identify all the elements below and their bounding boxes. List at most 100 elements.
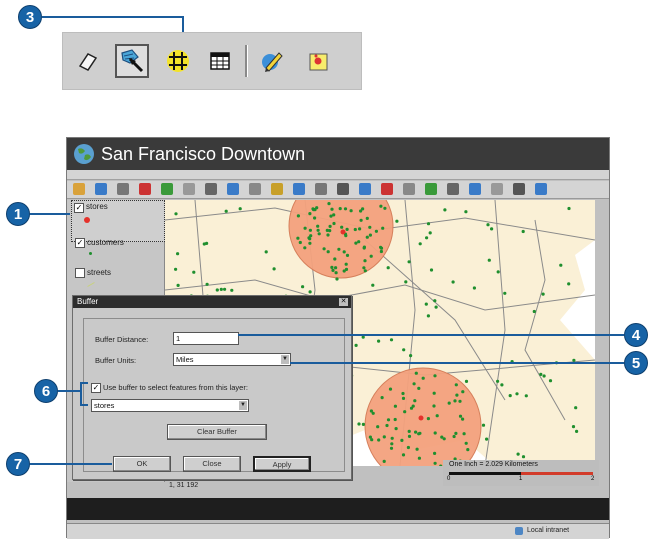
customer-point bbox=[368, 225, 372, 229]
close-button[interactable]: Close bbox=[183, 456, 241, 472]
customer-point bbox=[567, 282, 571, 286]
toolbar-tool-icon[interactable] bbox=[161, 183, 173, 195]
customer-point bbox=[381, 226, 385, 230]
edit-pencil-button[interactable] bbox=[255, 44, 289, 78]
customer-point bbox=[571, 425, 576, 429]
customer-point bbox=[388, 387, 393, 391]
customer-point bbox=[358, 227, 362, 231]
apply-button[interactable]: Apply bbox=[253, 456, 311, 472]
toolbar-tool-icon[interactable] bbox=[95, 183, 107, 195]
buffer-distance-input[interactable]: 1 bbox=[173, 332, 239, 345]
customer-point bbox=[371, 283, 375, 287]
toolbar-tool-icon[interactable] bbox=[337, 183, 349, 195]
customer-point bbox=[303, 246, 307, 250]
buffer-units-label: Buffer Units: bbox=[95, 356, 137, 365]
customer-point bbox=[361, 422, 365, 426]
ok-button[interactable]: OK bbox=[113, 456, 171, 472]
customer-point bbox=[377, 438, 381, 442]
toolbar-tool-icon[interactable] bbox=[249, 183, 261, 195]
customer-point bbox=[362, 266, 366, 270]
toolbar-tool-icon[interactable] bbox=[425, 183, 437, 195]
customer-point bbox=[433, 374, 437, 378]
customer-point bbox=[344, 267, 349, 271]
toolbar-tool-icon[interactable] bbox=[513, 183, 525, 195]
customer-point bbox=[329, 214, 333, 218]
mini-toolbar bbox=[62, 32, 362, 90]
customer-point bbox=[298, 240, 302, 245]
toolbar-tool-icon[interactable] bbox=[293, 183, 305, 195]
toolbar-tool-icon[interactable] bbox=[73, 183, 85, 195]
customers-layer-label: customers bbox=[87, 238, 124, 247]
toolbar-tool-icon[interactable] bbox=[535, 183, 547, 195]
toc-layer-stores[interactable]: ✓ stores bbox=[71, 200, 165, 242]
customer-point bbox=[524, 394, 528, 398]
customer-point bbox=[309, 234, 313, 238]
toolbar-tool-icon[interactable] bbox=[271, 183, 283, 195]
clear-buffer-button[interactable]: Clear Buffer bbox=[167, 424, 267, 440]
customer-point bbox=[472, 286, 476, 290]
toolbar-tool-icon[interactable] bbox=[469, 183, 481, 195]
customer-point bbox=[224, 209, 228, 213]
customer-point bbox=[481, 423, 486, 427]
customer-point bbox=[401, 391, 405, 396]
customer-point bbox=[365, 235, 369, 239]
toolbar-tool-icon[interactable] bbox=[205, 183, 217, 195]
customer-point bbox=[174, 212, 178, 216]
dialog-close-button[interactable]: ✕ bbox=[339, 298, 348, 306]
customer-point bbox=[415, 447, 419, 451]
toolbar-tool-icon[interactable] bbox=[117, 183, 129, 195]
select-features-icon bbox=[121, 49, 144, 73]
customer-point bbox=[313, 216, 317, 220]
customer-point bbox=[407, 260, 411, 264]
main-toolbar bbox=[67, 181, 609, 199]
chevron-down-icon[interactable]: ▼ bbox=[281, 355, 289, 364]
customer-point bbox=[386, 266, 390, 270]
customer-point bbox=[223, 287, 227, 291]
attribute-table-button[interactable] bbox=[203, 44, 237, 78]
customer-point bbox=[296, 214, 300, 218]
customer-point bbox=[343, 207, 348, 211]
scale-tick-2: 2 bbox=[591, 476, 595, 482]
customer-point bbox=[382, 435, 386, 439]
globe-icon bbox=[74, 144, 94, 164]
toolbar-tool-icon[interactable] bbox=[359, 183, 371, 195]
toolbar-tool-icon[interactable] bbox=[447, 183, 459, 195]
scale-text: One Inch = 2.029 Kilometers bbox=[449, 461, 538, 468]
chevron-down-icon[interactable]: ▼ bbox=[239, 401, 247, 410]
toolbar-tool-icon[interactable] bbox=[139, 183, 151, 195]
sticky-note-button[interactable] bbox=[301, 44, 335, 78]
streets-layer-checkbox[interactable] bbox=[75, 268, 85, 278]
customer-point bbox=[337, 247, 341, 251]
customer-point bbox=[401, 453, 406, 457]
customer-point bbox=[379, 246, 384, 250]
toolbar-tool-icon[interactable] bbox=[227, 183, 239, 195]
stores-layer-checkbox[interactable]: ✓ bbox=[74, 203, 84, 213]
callout-3: 3 bbox=[18, 5, 42, 29]
customer-point bbox=[433, 451, 437, 455]
customer-point bbox=[500, 383, 504, 387]
eraser-button[interactable] bbox=[71, 44, 105, 78]
toolbar-tool-icon[interactable] bbox=[183, 183, 195, 195]
toolbar-tool-icon[interactable] bbox=[403, 183, 415, 195]
use-buffer-checkbox[interactable]: ✓ bbox=[91, 383, 101, 393]
toolbar-tool-icon[interactable] bbox=[491, 183, 503, 195]
toolbar-tool-icon[interactable] bbox=[315, 183, 327, 195]
buffer-layer-select[interactable]: stores ▼ bbox=[91, 399, 249, 412]
customer-point bbox=[458, 414, 463, 418]
buffer-units-select[interactable]: Miles ▼ bbox=[173, 353, 291, 366]
grid-button[interactable] bbox=[161, 44, 195, 78]
customer-point bbox=[342, 250, 346, 254]
customer-point bbox=[357, 422, 361, 426]
customer-point bbox=[433, 461, 437, 465]
customers-layer-checkbox[interactable]: ✓ bbox=[75, 238, 85, 248]
customer-point bbox=[349, 209, 353, 213]
customer-point bbox=[429, 268, 434, 272]
toolbar-tool-icon[interactable] bbox=[381, 183, 393, 195]
customer-point bbox=[354, 241, 358, 245]
customer-point bbox=[521, 229, 525, 234]
buffer-units-value: Miles bbox=[176, 355, 194, 364]
customer-point bbox=[380, 396, 384, 400]
customers-symbol bbox=[89, 252, 92, 255]
customer-point bbox=[334, 271, 338, 275]
select-features-button[interactable] bbox=[115, 44, 149, 78]
